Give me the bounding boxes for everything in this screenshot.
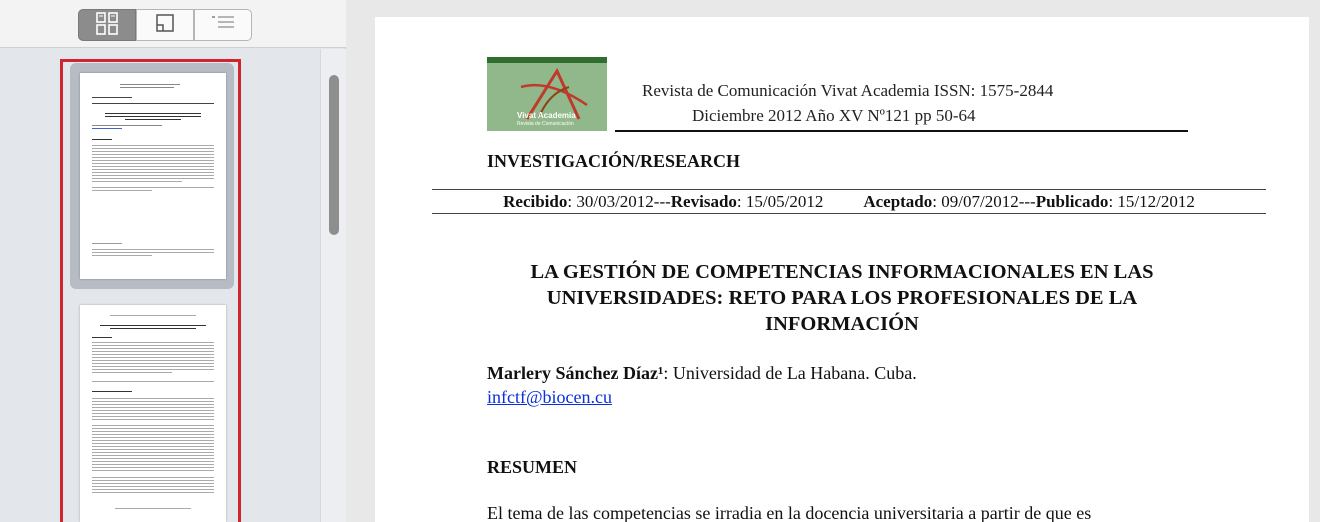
received-date: : 30/03/2012--- [567, 192, 671, 211]
selected-thumbnail-border [60, 59, 241, 522]
logo-title: Vivat Academia [517, 111, 576, 120]
sidebar-toolbar [0, 0, 346, 48]
journal-line: Revista de Comunicación Vivat Academia I… [642, 81, 1054, 100]
sidebar [0, 0, 346, 522]
thumbnails-view-button[interactable] [78, 9, 136, 41]
page-corner-icon [154, 12, 176, 39]
author-name: Marlery Sánchez Díaz¹ [487, 363, 664, 383]
issue-line: Diciembre 2012 Año XV Nº121 pp 50-64 [692, 106, 976, 125]
article-dates: Recibido: 30/03/2012---Revisado: 15/05/2… [432, 192, 1266, 212]
thumbnail-list [0, 49, 320, 522]
single-page-view-button[interactable] [136, 9, 194, 41]
dates-rule-top [432, 189, 1266, 190]
published-date: : 15/12/2012 [1108, 192, 1195, 211]
section-heading: INVESTIGACIÓN/RESEARCH [487, 151, 741, 171]
dates-rule-bottom [432, 213, 1266, 214]
accepted-date: : 09/07/2012--- [932, 192, 1036, 211]
revised-date: : 15/05/2012 [736, 192, 824, 211]
document-viewer: Vivat Academia Revista de Comunicación R… [347, 0, 1320, 522]
thumbnails-icon [95, 11, 119, 40]
list-icon [210, 14, 236, 37]
published-label: Publicado [1035, 192, 1109, 211]
author-affiliation: : Universidad de La Habana. Cuba. [663, 363, 917, 383]
revised-label: Revisado [670, 192, 737, 211]
header-rule [615, 130, 1188, 132]
outline-view-button[interactable] [194, 9, 252, 41]
sidebar-scrollbar[interactable] [320, 49, 346, 522]
author-email-link[interactable]: infctf@biocen.cu [487, 387, 612, 408]
document-page: Vivat Academia Revista de Comunicación R… [375, 17, 1309, 522]
abstract-text: El tema de las competencias se irradia e… [487, 503, 1092, 522]
abstract-heading: RESUMEN [487, 457, 578, 477]
sidebar-scrollbar-thumb[interactable] [329, 75, 339, 235]
author-line: Marlery Sánchez Díaz¹: Universidad de La… [487, 363, 917, 384]
journal-logo: Vivat Academia Revista de Comunicación [487, 57, 607, 131]
logo-subtitle: Revista de Comunicación [517, 121, 574, 127]
received-label: Recibido [503, 192, 568, 211]
article-title: LA GESTIÓN DE COMPETENCIAS INFORMACIONAL… [530, 261, 1154, 335]
accepted-label: Aceptado [863, 192, 933, 211]
